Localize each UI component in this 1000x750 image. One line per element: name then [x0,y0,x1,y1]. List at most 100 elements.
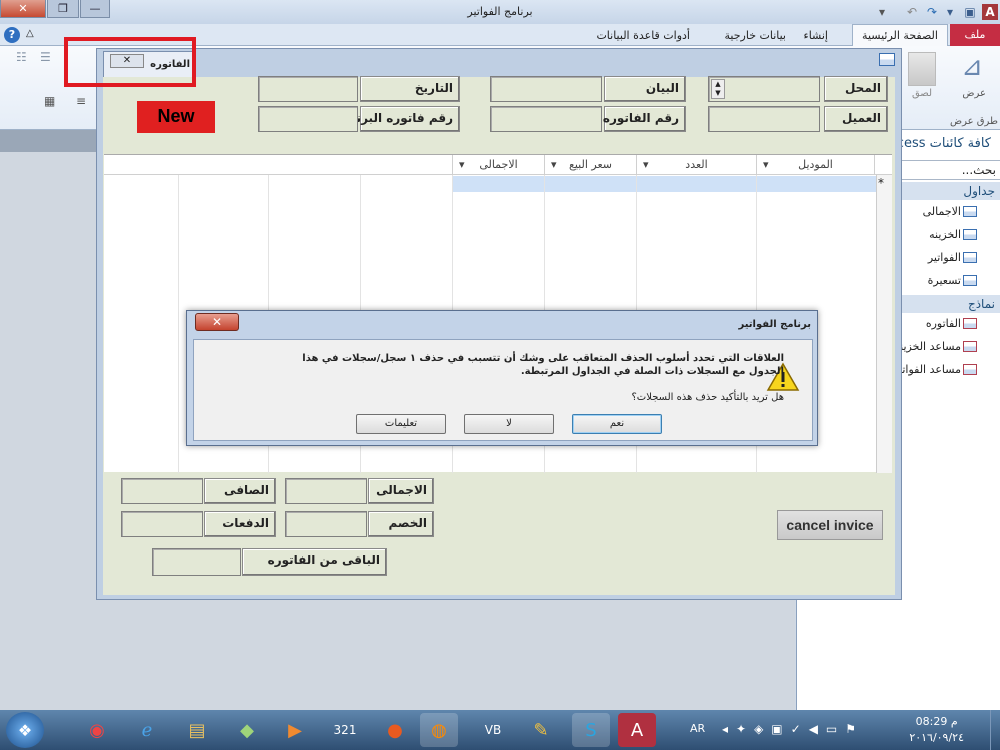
dialog-body: العلاقات التي تحدد أسلوب الحذف المتعاقب … [193,339,813,441]
date-field[interactable] [258,76,358,102]
customize-qat-icon[interactable]: ▾ [874,4,890,20]
nav-section-forms[interactable]: نماذج [897,295,1000,313]
view-label[interactable]: عرض [962,88,986,99]
clock-time: 08:29 م [915,715,958,728]
tab-home[interactable]: الصفحة الرئيسية [852,24,948,47]
grid-select-all[interactable] [874,155,892,175]
notes-icon[interactable]: ◆ [228,713,266,747]
grid-header-qty[interactable]: العدد ▾ [636,155,756,175]
new-button[interactable]: New [137,101,215,133]
payments-field[interactable] [121,511,203,537]
paragraph-icon[interactable]: ≡ [76,94,86,108]
customer-field[interactable] [708,106,820,132]
total-field[interactable] [285,478,367,504]
highlight-box [64,37,196,87]
qat-dropdown-icon[interactable]: ▾ [942,4,958,20]
language-indicator[interactable]: AR [690,722,705,735]
payments-label: الدفعات [204,511,276,537]
restore-window-button[interactable]: ❐ [47,0,79,18]
ie-icon[interactable]: ℯ [128,713,166,747]
invoice-number-label: رقم الفاتوره [603,106,686,132]
chevron-down-icon[interactable]: ▾ [763,155,769,175]
chevron-down-icon[interactable]: ▾ [459,155,465,175]
nav-section-tables[interactable]: جداول [897,182,1000,200]
access-taskbar-icon[interactable]: A [618,713,656,747]
program-invoice-number-label: رقم فاتوره البرنامج [336,106,460,132]
minimize-window-button[interactable]: — [80,0,110,18]
program-invoice-number-field[interactable] [258,106,358,132]
save-icon[interactable]: ▣ [962,4,978,20]
record-selector-column [876,175,892,473]
media-player-icon[interactable]: ▶ [276,713,314,747]
taskbar: ❖ ◉ ℯ ▤ ◆ ▶ 321 ● ◍ VB ✎ S A AR ◂✦◈▣✓◀▭⚑… [0,710,1000,750]
window-title: برنامج الفواتير [467,5,533,18]
tab-file[interactable]: ملف [950,24,1000,46]
tray-icons[interactable]: ◂✦◈▣✓◀▭⚑ [722,722,864,736]
undo-icon[interactable]: ↶ [904,4,920,20]
quick-access-toolbar: A ▣ ▾ ↷ ↶ ▾ [860,0,1000,24]
net-field[interactable] [121,478,203,504]
table-grid-icon[interactable]: ▦ [44,94,55,108]
chevron-down-icon[interactable]: ▾ [551,155,557,175]
detail-view-icon[interactable]: ☷ [16,50,27,64]
burner-icon[interactable]: ● [376,713,414,747]
chrome-icon[interactable]: ◉ [78,713,116,747]
media-321-icon[interactable]: 321 [326,713,364,747]
yes-button[interactable]: نعم [572,414,662,434]
cancel-invoice-button[interactable]: cancel invice [777,510,883,540]
grid-header-model[interactable]: الموديل ▾ [756,155,874,175]
nav-item-form[interactable]: مساعد الفواتير [897,360,1000,380]
grid-header-price[interactable]: سعر البيع ▾ [544,155,636,175]
paint-icon[interactable]: ✎ [522,713,560,747]
place-combo[interactable]: ▲ ▼ [708,76,820,102]
redo-icon[interactable]: ↷ [924,4,940,20]
chevron-down-icon[interactable]: ▾ [643,155,649,175]
new-record-star-icon: * [878,176,884,190]
skype-icon[interactable]: S [572,713,610,747]
help-button[interactable]: تعليمات [356,414,446,434]
no-button[interactable]: لا [464,414,554,434]
grid-new-row[interactable] [452,176,882,192]
start-button[interactable]: ❖ [6,712,44,748]
tab-external-data[interactable]: بيانات خارجية [725,29,786,42]
nav-item-table[interactable]: الخزينه [897,225,1000,245]
tab-database-tools[interactable]: أدوات قاعدة البيانات [596,29,690,42]
close-window-button[interactable]: ✕ [0,0,46,18]
access-app-icon[interactable]: A [982,4,998,20]
vb-icon[interactable]: VB [474,713,512,747]
nav-item-form[interactable]: مساعد الخزينه [897,337,1000,357]
spin-icon[interactable]: ▲ ▼ [711,79,725,99]
help-icon[interactable]: ? [4,27,20,43]
form-icon [963,364,977,375]
firefox-icon[interactable]: ◍ [420,713,458,747]
invoice-number-field[interactable] [490,106,602,132]
remaining-label: الباقى من الفاتوره [242,548,387,576]
nav-item-form[interactable]: الفاتوره [897,314,1000,334]
clock-date: ٢٠١٦/٠٩/٢٤ [909,731,964,744]
view-icon[interactable]: ⊿ [954,52,990,86]
minimize-ribbon-icon[interactable]: △ [26,28,34,39]
explorer-icon[interactable]: ▤ [178,713,216,747]
paste-label[interactable]: لصق [912,88,932,99]
discount-field[interactable] [285,511,367,537]
nav-item-table[interactable]: الفواتير [897,248,1000,268]
tab-create[interactable]: إنشاء [804,29,828,42]
place-label: المحل [824,76,888,102]
list-view-icon[interactable]: ☰ [40,50,51,64]
grid-header-total[interactable]: الاجمالى ▾ [452,155,544,175]
show-desktop-button[interactable] [990,710,1000,750]
net-label: الصافى [204,478,276,504]
dialog-question: هل تريد بالتأكيد حذف هذه السجلات؟ [631,392,785,403]
dialog-close-button[interactable]: ✕ [195,313,239,331]
paste-icon[interactable] [908,52,936,86]
dialog-message: العلاقات التي تحدد أسلوب الحذف المتعاقب … [302,353,784,377]
nav-item-table[interactable]: تسعيرة [897,271,1000,291]
total-label: الاجمالى [368,478,434,504]
description-field[interactable] [490,76,602,102]
grid-divider [178,175,179,473]
clock[interactable]: 08:29 م ٢٠١٦/٠٩/٢٤ [909,714,964,746]
grid-header: الموديل ▾ العدد ▾ سعر البيع ▾ الاجمالى ▾ [104,155,892,175]
remaining-field[interactable] [152,548,241,576]
nav-item-table[interactable]: الاجمالى [897,202,1000,222]
nav-search-input[interactable]: بحث... [897,160,1000,180]
